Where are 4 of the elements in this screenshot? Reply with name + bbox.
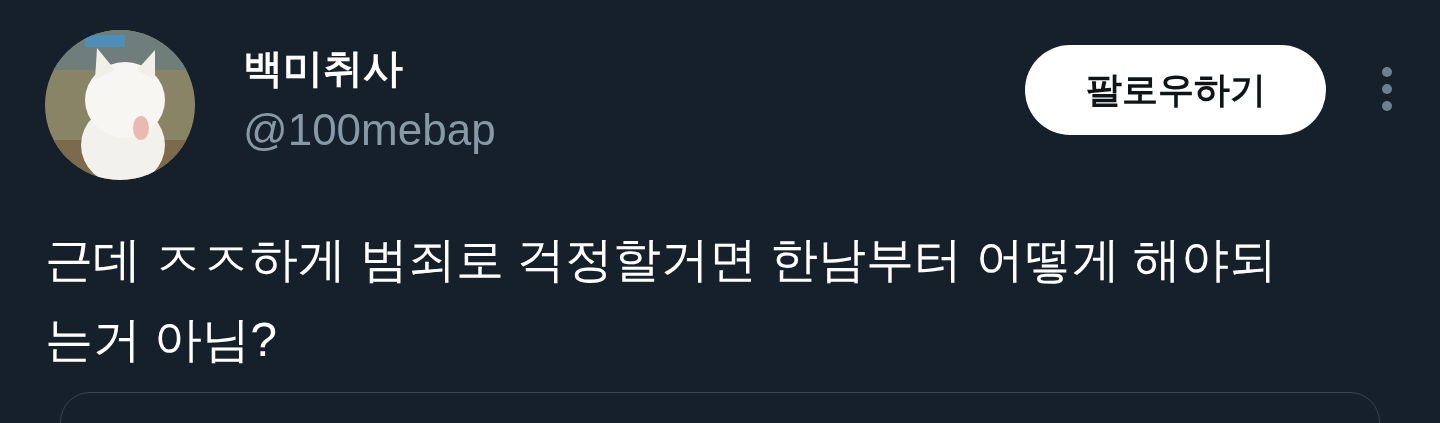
- author-handle[interactable]: @100mebap: [243, 100, 1025, 160]
- follow-button[interactable]: 팔로우하기: [1025, 45, 1326, 135]
- author-name[interactable]: 백미취사: [243, 40, 1025, 96]
- tweet-text: 근데 ㅈㅈ하게 범죄로 걱정할거면 한남부터 어떻게 해야되는거 아님?: [45, 232, 1278, 368]
